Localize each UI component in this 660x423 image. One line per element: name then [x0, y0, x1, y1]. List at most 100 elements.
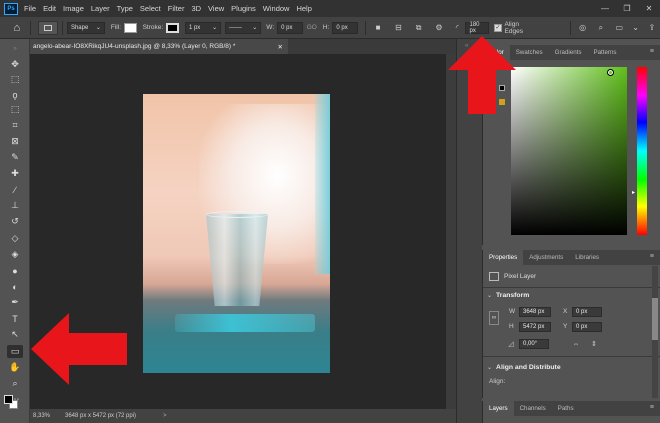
zoom-level[interactable]: 8,33%: [33, 413, 55, 419]
share-icon[interactable]: ◎: [576, 21, 588, 35]
tab-paths[interactable]: Paths: [552, 401, 580, 416]
tab-libraries[interactable]: Libraries: [569, 250, 605, 265]
object-selection-tool-icon[interactable]: ⬚: [7, 103, 23, 116]
move-tool-icon[interactable]: ✥: [7, 58, 23, 71]
hue-slider-marker[interactable]: ▸: [632, 189, 635, 196]
brush-tool-icon[interactable]: ∕: [7, 183, 23, 196]
path-alignment-icon[interactable]: ⊟: [392, 21, 404, 35]
document-tab[interactable]: angelo-abear-IO8XRikqJU4-unsplash.jpg @ …: [30, 39, 288, 54]
stroke-swatch[interactable]: [166, 22, 179, 33]
tool-preset-picker[interactable]: [38, 20, 59, 35]
layers-panel: Layers Channels Paths ≡: [482, 401, 660, 423]
link-icon[interactable]: ∞: [489, 311, 499, 325]
workspace-icon[interactable]: ▭: [613, 21, 625, 35]
stroke-type-select[interactable]: ─── ⌄: [225, 21, 262, 34]
panel-menu-icon[interactable]: ≡: [650, 404, 654, 411]
panel-menu-icon[interactable]: ≡: [650, 253, 654, 260]
toolbar-collapse-icon[interactable]: »: [7, 42, 23, 55]
menu-layer[interactable]: Layer: [91, 4, 110, 13]
layers-panel-tabs: Layers Channels Paths ≡: [483, 401, 660, 416]
tab-properties[interactable]: Properties: [483, 250, 524, 265]
frame-tool-icon[interactable]: ⊠: [7, 135, 23, 148]
tab-patterns[interactable]: Patterns: [587, 45, 622, 60]
menu-plugins[interactable]: Plugins: [231, 4, 256, 13]
align-section-header[interactable]: ⌄ Align and Distribute: [487, 364, 561, 371]
type-tool-icon[interactable]: T: [7, 312, 23, 325]
menu-filter[interactable]: Filter: [168, 4, 185, 13]
menu-edit[interactable]: Edit: [43, 4, 56, 13]
angle-input[interactable]: 0,00°: [519, 339, 549, 349]
link-dimensions-icon[interactable]: GO: [307, 24, 317, 31]
transform-section-header[interactable]: ⌄ Transform: [487, 292, 529, 299]
status-menu-arrow[interactable]: >: [163, 413, 167, 419]
align-edges-label: Align Edges: [504, 20, 523, 35]
flip-vertical-icon[interactable]: ⇕: [588, 338, 600, 350]
home-icon[interactable]: ⌂: [8, 18, 26, 38]
panel-menu-icon[interactable]: ≡: [650, 48, 654, 55]
search-icon[interactable]: ⌕: [595, 21, 607, 35]
hue-slider[interactable]: [637, 67, 647, 235]
close-icon[interactable]: ✕: [278, 43, 283, 51]
align-edges-checkbox[interactable]: ✓ Align Edges: [494, 21, 534, 35]
tab-layers[interactable]: Layers: [483, 401, 514, 416]
image-glass-rim: [206, 211, 268, 218]
tab-adjustments[interactable]: Adjustments: [523, 250, 569, 265]
menu-image[interactable]: Image: [63, 4, 84, 13]
scrollbar-thumb[interactable]: [652, 298, 658, 340]
fill-label: Fill:: [110, 24, 121, 31]
menu-file[interactable]: File: [24, 4, 36, 13]
path-operations-icon[interactable]: ■: [372, 21, 384, 35]
height-input[interactable]: 0 px: [332, 21, 358, 34]
foreground-color-swatch[interactable]: [4, 395, 13, 404]
properties-panel-tabs: Properties Adjustments Libraries ≡: [483, 250, 660, 265]
eyedropper-tool-icon[interactable]: ✎: [7, 151, 23, 164]
history-brush-tool-icon[interactable]: ↺: [7, 215, 23, 228]
width-input[interactable]: 0 px: [277, 21, 303, 34]
eraser-tool-icon[interactable]: ◇: [7, 232, 23, 245]
divider: [569, 20, 571, 35]
lasso-tool-icon[interactable]: ϙ: [7, 88, 23, 101]
stroke-width-select[interactable]: 1 px ⌄: [184, 21, 222, 34]
flip-horizontal-icon[interactable]: ⇔: [570, 338, 582, 350]
rectangle-tool-icon[interactable]: ▭: [7, 345, 23, 358]
chevron-down-icon: ⌄: [95, 25, 101, 31]
menu-help[interactable]: Help: [296, 4, 311, 13]
healing-brush-tool-icon[interactable]: ✚: [7, 167, 23, 180]
hand-tool-icon[interactable]: ✋: [7, 361, 23, 374]
properties-scrollbar[interactable]: [652, 266, 658, 398]
dodge-tool-icon[interactable]: ◐: [7, 280, 23, 293]
close-button[interactable]: ✕: [638, 0, 660, 17]
menu-select[interactable]: Select: [140, 4, 161, 13]
maximize-button[interactable]: ❐: [616, 0, 638, 17]
menu-view[interactable]: View: [208, 4, 224, 13]
path-arrangement-icon[interactable]: ⧉: [413, 21, 425, 35]
tab-channels[interactable]: Channels: [514, 401, 552, 416]
y-input[interactable]: 0 px: [572, 322, 602, 332]
color-picker-field[interactable]: [511, 67, 627, 235]
tab-gradients[interactable]: Gradients: [549, 45, 588, 60]
tool-mode-select[interactable]: Shape ⌄: [66, 21, 105, 34]
clone-stamp-tool-icon[interactable]: ⊥: [7, 199, 23, 212]
paint-bucket-tool-icon[interactable]: ◈: [7, 248, 23, 261]
menu-window[interactable]: Window: [263, 4, 290, 13]
menu-3d[interactable]: 3D: [191, 4, 201, 13]
angle-icon: ◿: [508, 341, 514, 348]
height-input[interactable]: 5472 px: [519, 322, 551, 332]
crop-tool-icon[interactable]: ⌗: [7, 119, 23, 132]
zoom-tool-icon[interactable]: ⌕: [7, 377, 23, 390]
image-cyan-edge: [315, 94, 330, 274]
width-input[interactable]: 3648 px: [519, 307, 551, 317]
x-input[interactable]: 0 px: [572, 307, 602, 317]
fill-swatch[interactable]: [124, 22, 137, 33]
gear-icon[interactable]: ⚙: [433, 21, 445, 35]
share-document-icon[interactable]: ⇪: [646, 21, 658, 35]
path-selection-tool-icon[interactable]: ↖: [7, 328, 23, 341]
color-picker-cursor[interactable]: [607, 69, 614, 76]
minimize-button[interactable]: —: [594, 0, 616, 17]
chevron-down-icon[interactable]: ⌄: [629, 21, 641, 35]
marquee-tool-icon[interactable]: ⬚: [7, 73, 23, 86]
corner-radius-input[interactable]: 180 px: [465, 21, 490, 34]
pen-tool-icon[interactable]: ✒: [7, 296, 23, 309]
menu-type[interactable]: Type: [117, 4, 133, 13]
blur-tool-icon[interactable]: ●: [7, 264, 23, 277]
